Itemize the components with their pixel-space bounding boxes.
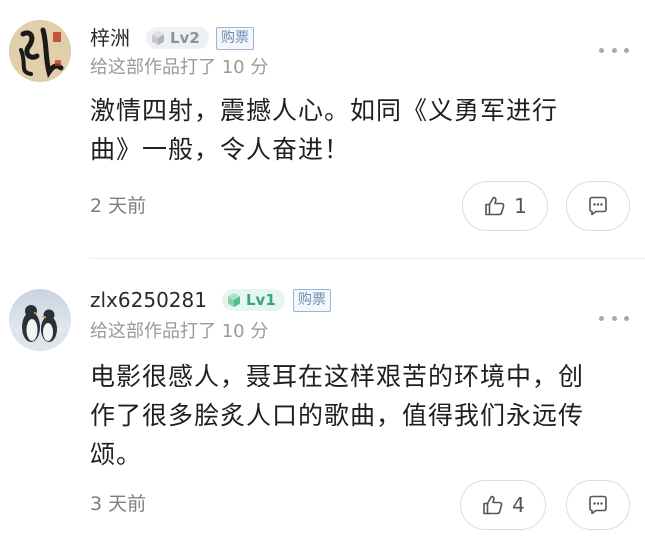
user-level-badge: Lv1 <box>222 289 285 311</box>
more-dots-icon[interactable] <box>599 45 629 55</box>
rating-text: 给这部作品打了 10 分 <box>90 321 269 342</box>
comment-bubble-icon <box>589 495 607 515</box>
comment-line: 曲》一般，令人奋进！ <box>90 135 351 164</box>
calligraphy-avatar-icon <box>9 20 71 82</box>
gem-icon <box>152 31 164 45</box>
username[interactable]: zlx6250281 <box>90 288 207 312</box>
comment-item: zlx6250281 Lv1 购票 给这部作品打了 10 分 电影很感人，聂耳在… <box>0 259 645 560</box>
reply-button[interactable] <box>566 480 630 530</box>
avatar[interactable] <box>9 289 71 351</box>
reply-button[interactable] <box>566 181 630 231</box>
like-button[interactable]: 1 <box>462 181 548 231</box>
ticket-badge: 购票 <box>293 289 331 312</box>
comment-content: 激情四射，震撼人心。如同《义勇军进行 曲》一般，令人奋进！ <box>90 91 630 169</box>
comment-content: 电影很感人，聂耳在这样艰苦的环境中，创 作了很多脍炙人口的歌曲，值得我们永远传 … <box>90 357 630 474</box>
like-count: 1 <box>514 194 527 218</box>
gem-icon <box>228 293 240 307</box>
comment-line: 颂。 <box>90 440 143 469</box>
comment-line: 作了很多脍炙人口的歌曲，值得我们永远传 <box>90 401 585 430</box>
comment-time: 3 天前 <box>90 493 147 515</box>
like-count: 4 <box>512 493 525 517</box>
more-dots-icon[interactable] <box>599 313 629 323</box>
username[interactable]: 梓洲 <box>90 26 130 50</box>
thumbs-up-icon <box>485 196 505 216</box>
comment-bubble-icon <box>589 196 607 216</box>
comment-line: 激情四射，震撼人心。如同《义勇军进行 <box>90 96 559 125</box>
thumbs-up-icon <box>483 495 503 515</box>
rating-text: 给这部作品打了 10 分 <box>90 57 269 78</box>
comment-line: 电影很感人，聂耳在这样艰苦的环境中，创 <box>90 362 585 391</box>
comment-item: 梓洲 Lv2 购票 给这部作品打了 10 分 激情四射，震撼人心。如同《义勇军进… <box>0 0 645 258</box>
comment-time: 2 天前 <box>90 195 147 217</box>
avatar[interactable] <box>9 20 71 82</box>
like-button[interactable]: 4 <box>460 480 546 530</box>
level-label: Lv2 <box>170 29 200 47</box>
penguins-avatar-icon <box>9 289 71 351</box>
level-label: Lv1 <box>246 291 276 309</box>
user-level-badge: Lv2 <box>146 27 209 49</box>
ticket-badge: 购票 <box>216 27 254 50</box>
